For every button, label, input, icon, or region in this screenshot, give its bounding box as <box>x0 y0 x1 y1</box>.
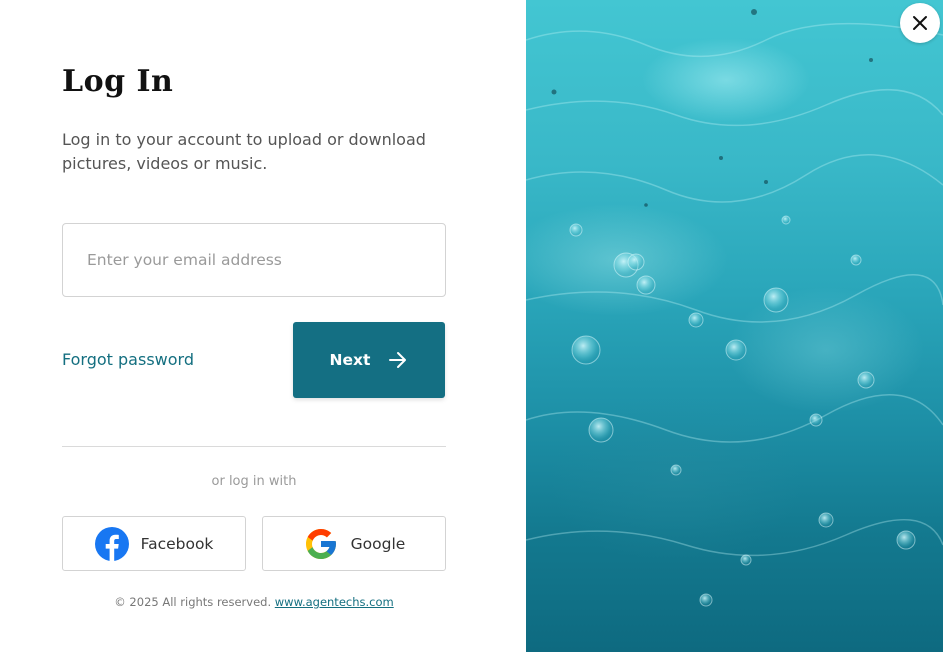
page-title: Log In <box>62 64 174 99</box>
forgot-password-link[interactable]: Forgot password <box>62 350 194 369</box>
next-button[interactable]: Next <box>293 322 445 398</box>
facebook-label: Facebook <box>140 534 214 553</box>
water-texture <box>526 9 943 607</box>
login-description: Log in to your account to upload or down… <box>62 130 426 173</box>
social-login-label: or log in with <box>211 474 297 489</box>
divider <box>62 446 446 447</box>
next-button-label: Next <box>329 351 371 369</box>
close-icon <box>913 16 927 30</box>
footer: © 2025 All rights reserved. www.agentech… <box>62 595 446 609</box>
website-link[interactable]: www.agentechs.com <box>275 595 394 609</box>
hero-water-image <box>526 0 943 652</box>
email-input[interactable] <box>62 223 446 297</box>
facebook-login-button[interactable]: Facebook <box>62 516 246 571</box>
close-button[interactable] <box>900 3 940 43</box>
copyright-text: © 2025 All rights reserved. <box>114 595 272 609</box>
arrow-right-icon <box>389 352 407 368</box>
login-panel: Log In Log in to your account to upload … <box>0 0 526 652</box>
facebook-icon <box>94 526 129 561</box>
google-icon <box>305 528 336 559</box>
google-label: Google <box>350 534 406 553</box>
google-login-button[interactable]: Google <box>262 516 446 571</box>
